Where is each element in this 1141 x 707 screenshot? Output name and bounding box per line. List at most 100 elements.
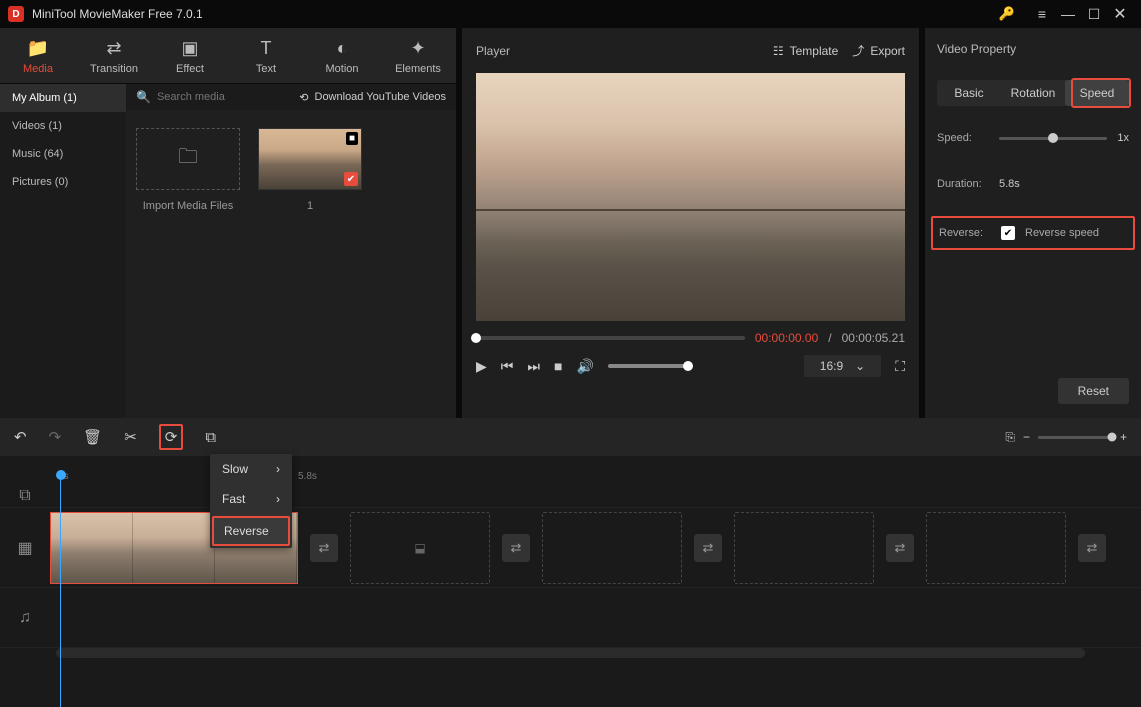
motion-icon: ◐ [337,38,348,59]
transition-slot[interactable]: ⇄ [1078,534,1106,562]
time-ruler[interactable]: 0s 5.8s [0,456,1141,484]
speed-menu-fast[interactable]: Fast › [210,484,292,514]
sparkle-icon: ✦ [410,38,425,59]
transition-slot[interactable]: ⇄ [886,534,914,562]
zoom-in-button[interactable]: + [1120,430,1127,444]
app-title: MiniTool MovieMaker Free 7.0.1 [32,7,203,21]
speed-slider[interactable] [999,137,1107,140]
split-button[interactable]: ✂ [124,428,137,446]
clip-thumbnail[interactable]: ■ ✔ [258,128,362,190]
timeline: ↶ ↷ 🗑 ✂ ⟳ ⧉ ⎘ − + Slow › Fast › [0,418,1141,707]
sidebar-item-music[interactable]: Music (64) [0,140,126,168]
tab-text[interactable]: T Text [228,28,304,83]
key-icon[interactable]: 🔑 [999,6,1015,22]
tool-tabs: 📁 Media ⇄ Transition ▣ Effect T Text ◐ [0,28,456,84]
import-tile[interactable]: 🗀 Import Media Files [136,128,240,212]
tab-elements[interactable]: ✦ Elements [380,28,456,83]
maximize-icon[interactable]: ☐ [1081,6,1107,23]
search-wrap[interactable]: 🔍 [136,90,299,104]
tab-motion[interactable]: ◐ Motion [304,28,380,83]
drop-slot[interactable] [926,512,1066,584]
timeline-toolbar: ↶ ↷ 🗑 ✂ ⟳ ⧉ ⎘ − + Slow › Fast › [0,418,1141,456]
search-icon: 🔍 [136,90,151,104]
speed-button[interactable]: ⟳ [159,424,184,450]
ruler-tick: 5.8s [298,471,317,482]
aspect-ratio-select[interactable]: 16:9 ⌄ [804,355,881,377]
seek-slider[interactable] [476,336,745,340]
undo-button[interactable]: ↶ [14,428,27,446]
play-button[interactable]: ▶ [476,358,487,375]
time-duration: 00:00:05.21 [842,331,905,345]
crop-button[interactable]: ⧉ [205,429,216,446]
tab-media[interactable]: 📁 Media [0,28,76,83]
reverse-label: Reverse: [939,227,991,239]
duration-value: 5.8s [999,178,1020,190]
media-clip[interactable]: ■ ✔ 1 [258,128,362,212]
export-button[interactable]: ⤴ Export [852,42,905,59]
chevron-right-icon: › [276,492,280,506]
reverse-text: Reverse speed [1025,227,1099,239]
zoom-out-button[interactable]: − [1023,430,1030,444]
property-title: Video Property [925,28,1141,70]
tab-speed[interactable]: Speed [1065,80,1129,106]
tab-transition[interactable]: ⇄ Transition [76,28,152,83]
duration-label: Duration: [937,178,989,190]
close-icon[interactable]: ✕ [1107,4,1133,24]
import-box[interactable]: 🗀 [136,128,240,190]
horizontal-scrollbar[interactable] [56,648,1085,658]
sidebar-item-pictures[interactable]: Pictures (0) [0,168,126,196]
template-label: Template [790,44,839,58]
speed-label: Speed: [937,132,989,144]
zoom-slider[interactable] [1038,436,1112,439]
volume-icon[interactable]: 🔊 [576,358,593,375]
transition-slot[interactable]: ⇄ [502,534,530,562]
sidebar-item-videos[interactable]: Videos (1) [0,112,126,140]
speed-menu-slow[interactable]: Slow › [210,454,292,484]
folder-open-icon: 🗀 [178,142,198,176]
tab-rotation[interactable]: Rotation [1001,80,1065,106]
media-panel: 📁 Media ⇄ Transition ▣ Effect T Text ◐ [0,28,456,418]
drop-slot[interactable]: ⬓ [350,512,490,584]
transition-slot[interactable]: ⇄ [694,534,722,562]
chevron-right-icon: › [276,462,280,476]
speed-menu-reverse[interactable]: Reverse [212,516,290,546]
download-youtube-link[interactable]: ⟲ Download YouTube Videos [299,91,446,104]
redo-button[interactable]: ↷ [49,428,62,446]
check-icon: ✔ [344,172,358,186]
drop-slot[interactable] [734,512,874,584]
sidebar-item-myalbum[interactable]: My Album (1) [0,84,126,112]
stop-button[interactable]: ■ [554,358,562,374]
speed-value: 1x [1117,132,1129,144]
property-tabs: Basic Rotation Speed [937,80,1129,106]
chevron-down-icon: ⌄ [855,359,865,373]
speed-menu: Slow › Fast › Reverse [210,454,292,548]
volume-slider[interactable] [608,364,688,368]
ratio-value: 16:9 [820,359,843,373]
clip-caption: 1 [258,200,362,212]
import-caption: Import Media Files [136,200,240,212]
search-input[interactable] [157,91,267,103]
playhead[interactable] [60,476,61,707]
seek-thumb[interactable] [471,333,481,343]
delete-button[interactable]: 🗑 [83,428,102,446]
swap-icon: ⇄ [106,38,121,59]
minimize-icon[interactable]: — [1055,6,1081,22]
reverse-checkbox[interactable]: ✔ [1001,226,1015,240]
overlay-track-icon: ⧉ [0,487,50,505]
reset-button[interactable]: Reset [1058,378,1129,404]
hamburger-icon[interactable]: ≡ [1029,6,1055,22]
fit-icon[interactable]: ⎘ [1005,430,1015,445]
next-frame-button[interactable]: ⏭ [527,358,540,375]
tab-effect[interactable]: ▣ Effect [152,28,228,83]
stack-icon: ☷ [773,44,784,58]
video-preview[interactable] [476,73,905,321]
audio-track[interactable] [50,588,1141,647]
tab-basic[interactable]: Basic [937,80,1001,106]
drop-slot[interactable] [542,512,682,584]
export-icon: ⤴ [852,42,864,59]
template-button[interactable]: ☷ Template [773,44,838,58]
layers-icon: ▣ [181,38,198,59]
transition-slot[interactable]: ⇄ [310,534,338,562]
prev-frame-button[interactable]: ⏮ [501,358,514,375]
fullscreen-button[interactable]: ⛶ [895,358,905,375]
